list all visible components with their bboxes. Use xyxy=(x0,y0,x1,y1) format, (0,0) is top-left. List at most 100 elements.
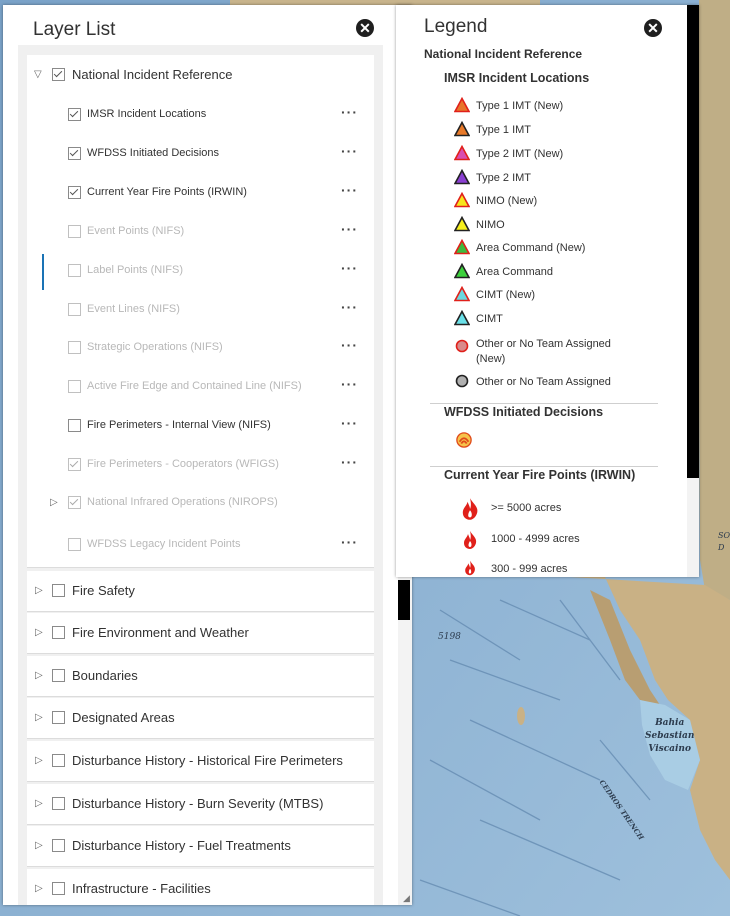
resize-handle-icon[interactable]: ◢ xyxy=(403,893,410,904)
legend-divider xyxy=(430,403,658,404)
layer-label: Fire Perimeters - Internal View (NIFS) xyxy=(87,419,271,431)
layer-options-icon[interactable]: ··· xyxy=(341,534,358,550)
layer-options-icon[interactable]: ··· xyxy=(341,182,358,198)
fire-icon xyxy=(465,560,475,576)
layer-options-icon[interactable]: ··· xyxy=(341,260,358,276)
layer-options-icon[interactable]: ··· xyxy=(341,143,358,159)
layer-group[interactable]: ▷ Infrastructure - Facilities xyxy=(27,869,374,905)
caret-right-icon[interactable]: ▷ xyxy=(35,585,43,596)
layer-checkbox[interactable] xyxy=(68,419,81,432)
layer-label: Event Lines (NIFS) xyxy=(87,303,180,315)
layer-options-icon[interactable]: ··· xyxy=(341,221,358,237)
layer-checkbox[interactable] xyxy=(52,68,65,81)
layer-checkbox[interactable] xyxy=(52,584,65,597)
layer-group[interactable]: ▷ Disturbance History - Historical Fire P… xyxy=(27,741,374,782)
layer-row[interactable]: Active Fire Edge and Contained Line (NIF… xyxy=(27,367,374,405)
legend-item-label: Type 1 IMT (New) xyxy=(476,100,564,112)
layer-checkbox[interactable] xyxy=(68,458,81,471)
layer-list-scroll[interactable]: ▽ National Incident Reference IMSR Incid… xyxy=(18,45,383,905)
layer-checkbox[interactable] xyxy=(68,186,81,199)
depth-label: 5198 xyxy=(438,632,461,642)
layer-checkbox[interactable] xyxy=(52,754,65,767)
layer-checkbox[interactable] xyxy=(68,147,81,160)
legend-triangle-icon xyxy=(454,97,470,113)
layer-options-icon[interactable]: ··· xyxy=(341,104,358,120)
layer-group-label: Infrastructure - Facilities xyxy=(72,881,211,896)
layer-group[interactable]: ▷ Disturbance History - Fuel Treatments xyxy=(27,826,374,867)
layer-options-icon[interactable]: ··· xyxy=(341,454,358,470)
legend-triangle-icon xyxy=(454,145,470,161)
layer-group[interactable]: ▷ Disturbance History - Burn Severity (MT… xyxy=(27,784,374,825)
legend-item-label: NIMO xyxy=(476,219,505,231)
legend-triangle-icon xyxy=(454,310,470,326)
legend-triangle-icon xyxy=(454,263,470,279)
layer-checkbox[interactable] xyxy=(52,711,65,724)
layer-options-icon[interactable]: ··· xyxy=(341,337,358,353)
caret-right-icon[interactable]: ▷ xyxy=(35,883,43,894)
layer-checkbox[interactable] xyxy=(68,538,81,551)
layer-label: Strategic Operations (NIFS) xyxy=(87,341,223,353)
legend-panel: Legend ✕ National Incident Reference IMS… xyxy=(396,5,699,577)
layer-checkbox[interactable] xyxy=(52,797,65,810)
layer-row[interactable]: Strategic Operations (NIFS) ··· xyxy=(27,328,374,366)
layer-group[interactable]: ▷ Fire Safety xyxy=(27,571,374,612)
layer-label: IMSR Incident Locations xyxy=(87,108,207,120)
layer-row[interactable]: Event Lines (NIFS) ··· xyxy=(27,290,374,328)
layer-label: WFDSS Initiated Decisions xyxy=(87,147,220,159)
layer-row-root[interactable]: ▽ National Incident Reference xyxy=(27,55,374,93)
layer-group[interactable]: ▷ Designated Areas xyxy=(27,698,374,739)
caret-down-icon[interactable]: ▽ xyxy=(34,69,42,80)
layer-row[interactable]: WFDSS Legacy Incident Points ··· xyxy=(27,525,374,563)
legend-item-label: Area Command xyxy=(476,266,554,278)
layer-checkbox[interactable] xyxy=(68,496,81,509)
layer-row[interactable]: IMSR Incident Locations ··· xyxy=(27,95,374,133)
layer-checkbox[interactable] xyxy=(68,380,81,393)
layer-checkbox[interactable] xyxy=(68,264,81,277)
layer-row[interactable]: ▷ National Infrared Operations (NIROPS) xyxy=(27,483,374,521)
layer-checkbox[interactable] xyxy=(68,303,81,316)
close-icon[interactable]: ✕ xyxy=(644,19,662,37)
layer-options-icon[interactable]: ··· xyxy=(341,376,358,392)
close-icon[interactable]: ✕ xyxy=(356,19,374,37)
caret-right-icon[interactable]: ▷ xyxy=(35,840,43,851)
layer-checkbox[interactable] xyxy=(68,225,81,238)
layer-checkbox[interactable] xyxy=(52,882,65,895)
caret-right-icon[interactable]: ▷ xyxy=(35,627,43,638)
caret-right-icon[interactable]: ▷ xyxy=(35,712,43,723)
caret-right-icon[interactable]: ▷ xyxy=(35,670,43,681)
legend-scrollbar[interactable] xyxy=(687,5,699,577)
layer-group[interactable]: ▷ Fire Environment and Weather xyxy=(27,613,374,654)
layer-group[interactable]: ▷ Boundaries xyxy=(27,656,374,697)
layer-group-label: Disturbance History - Burn Severity (MTB… xyxy=(72,796,324,811)
legend-layer-heading: Current Year Fire Points (IRWIN) xyxy=(444,468,636,482)
layer-row[interactable]: Current Year Fire Points (IRWIN) ··· xyxy=(27,173,374,211)
layer-options-icon[interactable]: ··· xyxy=(341,415,358,431)
layer-label: Event Points (NIFS) xyxy=(87,225,185,237)
layer-checkbox[interactable] xyxy=(52,626,65,639)
layer-options-icon[interactable]: ··· xyxy=(341,299,358,315)
layer-row[interactable]: WFDSS Initiated Decisions ··· xyxy=(27,134,374,172)
legend-item-label: Other or No Team Assigned xyxy=(476,376,611,388)
legend-item-label: Type 2 IMT xyxy=(476,172,532,184)
layer-row[interactable]: Fire Perimeters - Internal View (NIFS) ··… xyxy=(27,406,374,444)
layer-checkbox[interactable] xyxy=(52,839,65,852)
scrollbar-thumb[interactable] xyxy=(687,5,699,478)
layer-label: Active Fire Edge and Contained Line (NIF… xyxy=(87,380,302,392)
layer-label: Fire Perimeters - Cooperators (WFIGS) xyxy=(87,458,279,470)
layer-label: WFDSS Legacy Incident Points xyxy=(87,538,241,550)
layer-label: National Incident Reference xyxy=(72,67,233,82)
layer-list-title: Layer List xyxy=(33,19,116,40)
caret-right-icon[interactable]: ▷ xyxy=(35,755,43,766)
layer-checkbox[interactable] xyxy=(68,341,81,354)
layer-group-label: Fire Safety xyxy=(72,583,135,598)
scrollbar-thumb[interactable] xyxy=(398,580,410,620)
layer-checkbox[interactable] xyxy=(68,108,81,121)
legend-title: Legend xyxy=(424,16,488,37)
layer-row[interactable]: Fire Perimeters - Cooperators (WFIGS) ··· xyxy=(27,445,374,483)
layer-row[interactable]: Event Points (NIFS) ··· xyxy=(27,212,374,250)
layer-checkbox[interactable] xyxy=(52,669,65,682)
caret-right-icon[interactable]: ▷ xyxy=(35,798,43,809)
layer-row[interactable]: Label Points (NIFS) ··· xyxy=(27,251,374,289)
legend-item-label: Type 1 IMT xyxy=(476,124,532,136)
caret-right-icon[interactable]: ▷ xyxy=(50,497,58,508)
